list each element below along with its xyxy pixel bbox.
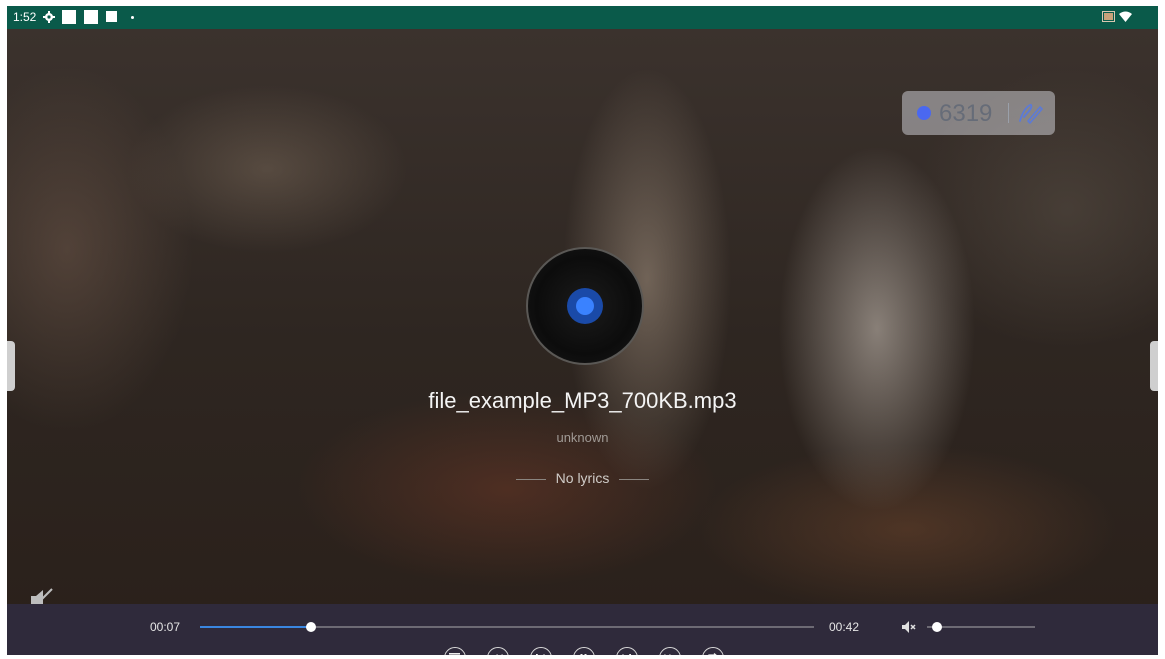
pen-icon[interactable]	[1016, 101, 1044, 125]
dot-icon	[131, 16, 134, 19]
status-time: 1:52	[13, 10, 37, 24]
next-button[interactable]	[616, 647, 638, 655]
record-dot-icon	[917, 106, 931, 120]
volume-mute-icon[interactable]	[901, 620, 917, 634]
repeat-icon	[708, 653, 717, 655]
disc-label	[567, 288, 603, 324]
progress-fill	[200, 626, 311, 628]
fast-forward-icon	[664, 654, 671, 655]
status-bar: 1:52	[7, 6, 1158, 29]
player-controls: 00:07 00:42	[7, 604, 1158, 655]
wifi-icon	[1119, 11, 1132, 22]
volume-thumb[interactable]	[931, 622, 942, 632]
playlist-button[interactable]	[444, 647, 466, 655]
notification-square-icon	[62, 10, 76, 24]
fast-forward-button[interactable]	[659, 647, 681, 655]
left-edge-handle[interactable]	[7, 341, 15, 391]
notification-square-icon	[106, 11, 117, 22]
total-time: 00:42	[829, 620, 860, 634]
blurred-background: 6319 file_example_MP3_700KB.mp3 unknown …	[7, 29, 1158, 655]
current-time: 00:07	[150, 620, 181, 634]
cast-icon	[1102, 11, 1115, 22]
lyrics-placeholder: No lyrics	[7, 470, 1158, 486]
session-badge[interactable]: 6319	[902, 91, 1055, 135]
playlist-icon	[449, 653, 460, 655]
previous-button[interactable]	[530, 647, 552, 655]
rewind-icon	[496, 654, 503, 655]
progress-thumb[interactable]	[305, 622, 316, 632]
previous-icon	[536, 654, 545, 655]
lyrics-divider-left	[515, 478, 546, 480]
lyrics-divider-right	[619, 478, 650, 480]
pause-icon	[580, 654, 587, 655]
track-artist: unknown	[556, 430, 609, 445]
screen: 1:52 6319 file_example_MP3_700KB.mp3 unk…	[7, 6, 1158, 655]
music-note-icon	[576, 297, 594, 315]
right-edge-handle[interactable]	[1150, 341, 1158, 391]
notification-square-icon	[84, 10, 98, 24]
badge-count: 6319	[939, 100, 993, 127]
track-title: file_example_MP3_700KB.mp3	[428, 388, 737, 413]
volume-slider[interactable]	[927, 622, 1035, 632]
repeat-button[interactable]	[702, 647, 724, 655]
badge-divider	[1008, 103, 1009, 123]
rewind-button[interactable]	[487, 647, 509, 655]
progress-slider[interactable]	[200, 622, 814, 632]
album-disc	[526, 247, 644, 365]
pause-button[interactable]	[573, 647, 595, 655]
settings-icon	[43, 11, 55, 23]
lyrics-text: No lyrics	[555, 470, 610, 486]
next-icon	[622, 654, 631, 655]
